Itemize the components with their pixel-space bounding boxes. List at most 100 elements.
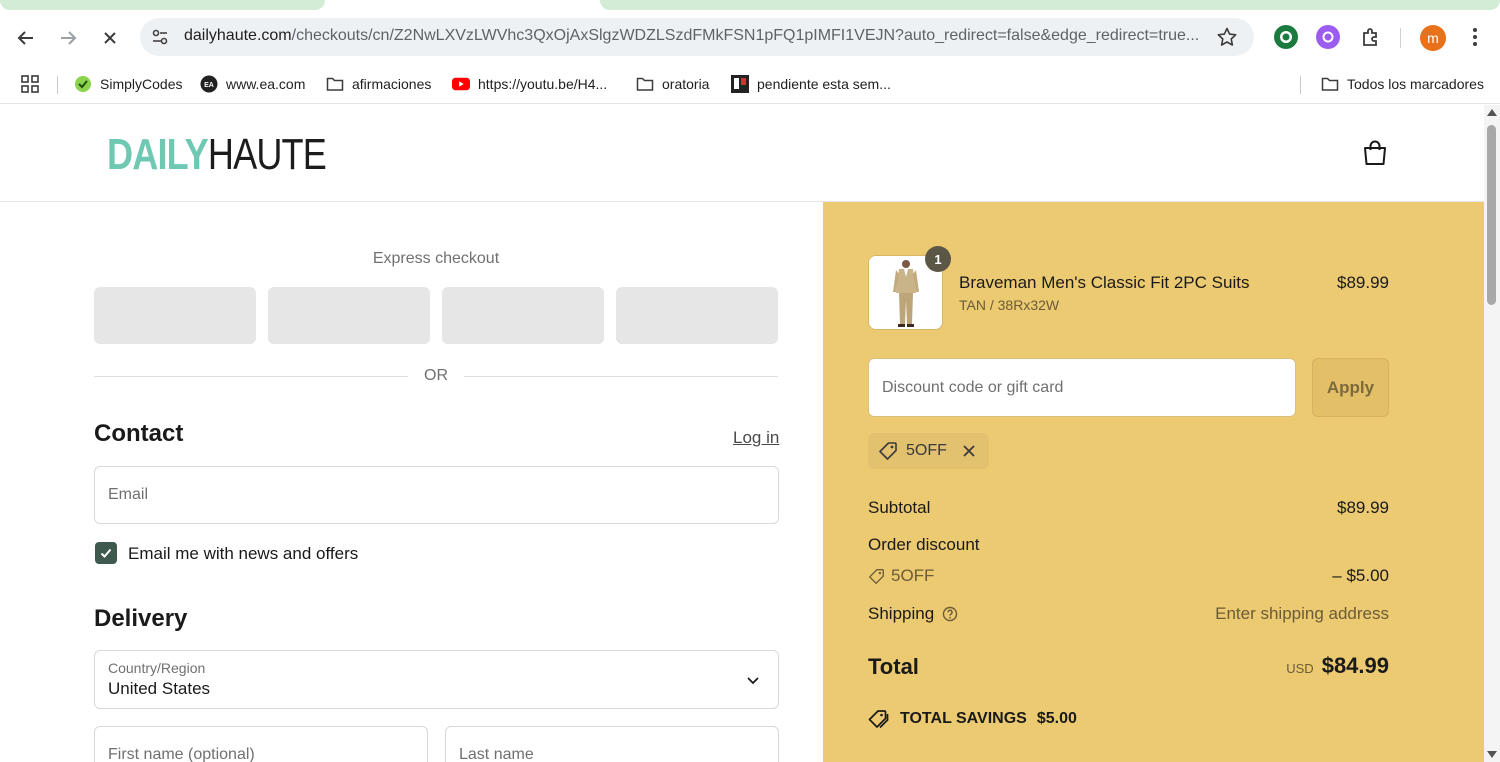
help-circle-icon[interactable] [942,606,958,622]
bookmark-afirmaciones[interactable]: afirmaciones [326,70,431,98]
apply-discount-button[interactable]: Apply [1312,358,1389,417]
country-value: United States [108,679,211,698]
delivery-heading: Delivery [94,605,188,632]
dailyhaute-logo[interactable]: DAILYHAUTE [107,130,327,179]
shipping-value: Enter shipping address [1215,604,1389,623]
remove-discount-icon[interactable] [961,443,977,459]
log-in-link[interactable]: Log in [733,428,779,448]
news-offers-checkbox[interactable] [95,542,117,564]
first-name-placeholder: First name (optional) [108,746,255,762]
bookmark-ea[interactable]: EA www.ea.com [200,70,305,98]
order-summary: 1 Braveman Men's Classic Fit 2PC Suits T… [823,202,1484,762]
all-bookmarks-label: Todos los marcadores [1347,76,1484,92]
order-discount-label: Order discount [868,535,980,554]
browser-menu-icon[interactable] [1463,25,1487,49]
or-label: OR [424,367,448,384]
total-savings: TOTAL SAVINGS $5.00 [868,709,1077,729]
simplycodes-icon [74,75,92,93]
bookmark-label: https://youtu.be/H4... [478,76,608,92]
total-label: Total [868,654,919,679]
country-label: Country/Region [108,660,206,676]
address-bar[interactable]: dailyhaute.com/checkouts/cn/Z2NwLXVzLWVh… [140,18,1254,56]
bookmark-oratoria[interactable]: oratoria [636,70,709,98]
trello-icon [731,75,749,93]
discount-code-input[interactable]: Discount code or gift card [868,358,1296,417]
tag-icon [869,568,884,584]
scroll-thumb[interactable] [1487,125,1496,305]
all-bookmarks-button[interactable]: Todos los marcadores [1321,70,1484,98]
stop-loading-button[interactable] [96,24,124,52]
extension-green-icon[interactable] [1274,25,1298,49]
extension-logo-icon [1280,31,1292,43]
forward-arrow-icon [61,31,77,45]
express-pay-button-3[interactable] [442,287,604,344]
email-field[interactable]: Email [94,466,779,524]
youtube-icon [452,75,470,93]
bookmark-simplycodes[interactable]: SimplyCodes [74,70,182,98]
scroll-up-arrow[interactable] [1487,109,1497,116]
svg-text:EA: EA [204,82,214,89]
checkout-page: DAILYHAUTE Express checkout OR Contact L… [0,105,1484,762]
country-select[interactable]: Country/Region United States [94,650,779,709]
chevron-down-icon [747,677,759,685]
bookmark-star-icon[interactable] [1216,26,1238,48]
tab-strip [0,0,1500,10]
or-divider-right [464,376,778,377]
savings-value: $5.00 [1036,710,1077,727]
subtotal-label: Subtotal [868,498,931,517]
url-host: dailyhaute.com [184,27,292,44]
extensions-puzzle-icon[interactable] [1359,25,1383,49]
bookmarks-divider [1300,76,1301,94]
last-name-placeholder: Last name [459,746,534,762]
ea-icon: EA [200,75,218,93]
last-name-field[interactable]: Last name [445,726,779,762]
site-settings-icon[interactable] [150,27,170,47]
url-path: /checkouts/cn/Z2NwLXVzLWVhc3QxOjAxSlgzWD… [291,27,1200,44]
back-arrow-icon [17,31,33,45]
first-name-field[interactable]: First name (optional) [94,726,428,762]
express-checkout-title: Express checkout [372,250,500,267]
close-icon [104,32,116,44]
toolbar-divider [1400,28,1401,48]
browser-toolbar: dailyhaute.com/checkouts/cn/Z2NwLXVzLWVh… [0,10,1500,66]
applied-code-label: 5OFF [906,442,947,459]
discount-placeholder: Discount code or gift card [882,379,1064,396]
profile-avatar[interactable]: m [1420,25,1446,51]
bookmark-label: afirmaciones [352,76,432,92]
express-pay-button-4[interactable] [616,287,778,344]
bookmark-youtube[interactable]: https://youtu.be/H4... [452,70,607,98]
bookmark-label: oratoria [662,76,710,92]
forward-button[interactable] [54,24,82,52]
folder-icon [326,75,344,93]
extension-logo-icon [1322,31,1334,43]
total-amount: USD $84.99 [1286,653,1389,679]
bookmark-label: www.ea.com [226,76,306,92]
bookmarks-divider [57,76,58,94]
product-variant: TAN / 38Rx32W [959,297,1060,313]
extension-purple-icon[interactable] [1316,25,1340,49]
bookmark-pendiente[interactable]: pendiente esta sem... [731,70,891,98]
currency-label: USD [1286,661,1314,676]
scroll-down-arrow[interactable] [1487,751,1497,758]
url-text[interactable]: dailyhaute.com/checkouts/cn/Z2NwLXVzLWVh… [184,27,1200,45]
folder-icon [636,75,654,93]
checkout-form: Express checkout OR Contact Log in Email… [0,202,823,762]
discount-code-label: 5OFF [891,566,935,585]
back-button[interactable] [12,24,40,52]
browser-tab-active[interactable] [600,0,1500,10]
express-pay-button-2[interactable] [268,287,430,344]
or-divider-left [94,376,408,377]
product-name: Braveman Men's Classic Fit 2PC Suits [959,273,1250,292]
product-price: $89.99 [1337,273,1389,292]
shipping-label: Shipping [868,604,935,623]
page-scrollbar[interactable] [1484,105,1500,762]
total-value: $84.99 [1321,653,1389,678]
site-header: DAILYHAUTE [0,105,1484,202]
subtotal-value: $89.99 [1337,498,1389,517]
logo-part2: HAUTE [207,130,327,179]
shopping-bag-icon[interactable] [1362,139,1388,167]
bookmark-label: pendiente esta sem... [757,76,891,92]
express-pay-button-1[interactable] [94,287,256,344]
apps-grid-button[interactable] [20,70,40,98]
browser-tab[interactable] [0,0,325,10]
